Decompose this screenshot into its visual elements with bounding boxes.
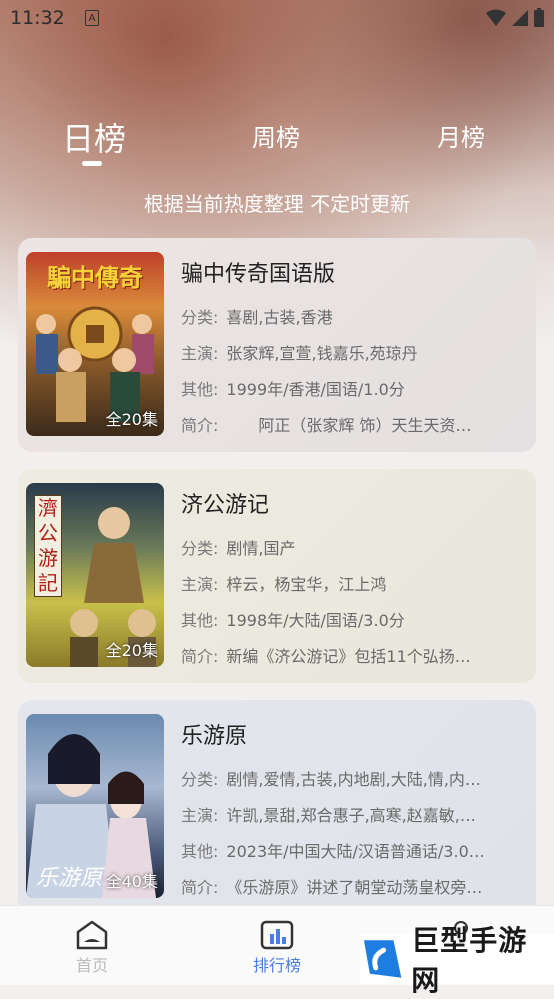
other-label: 其他: [181, 842, 219, 861]
cast-value: 梓云，杨宝华，江上鸿 [226, 575, 387, 594]
battery-icon [534, 8, 544, 27]
intro-value: 《乐游原》讲述了朝堂动荡皇权旁… [226, 878, 483, 897]
other-label: 其他: [181, 611, 219, 630]
episode-count: 全20集 [105, 410, 158, 429]
show-title[interactable]: 济公游记 [181, 487, 521, 519]
home-icon [76, 920, 108, 950]
other-value: 1999年/香港/国语/1.0分 [226, 380, 405, 399]
active-tab-indicator [82, 161, 102, 166]
poster-image[interactable]: 騙中傳奇 全20集 [26, 252, 164, 436]
episode-count: 全40集 [105, 872, 158, 891]
cast-value: 张家辉,宣萱,钱嘉乐,苑琼丹 [226, 344, 418, 363]
wifi-icon [486, 9, 506, 26]
nav-home-label: 首页 [75, 956, 108, 975]
category-value: 喜剧,古装,香港 [226, 308, 333, 327]
nav-ranking-label: 排行榜 [252, 956, 301, 975]
category-value: 剧情,国产 [226, 539, 296, 558]
category-label: 分类: [181, 539, 219, 558]
cast-label: 主演: [181, 575, 219, 594]
ranking-tabs: 日榜 周榜 月榜 [0, 118, 554, 178]
list-item[interactable]: 乐游原 全40集 乐游原 分类: 剧情,爱情,古装,内地剧,大陆,情,内… 主演:… [18, 700, 536, 914]
poster-image[interactable]: 濟公游記 全20集 [26, 483, 164, 667]
other-value: 2023年/中国大陆/汉语普通话/3.0… [226, 842, 485, 861]
notification-icon: A [85, 10, 99, 26]
other-label: 其他: [181, 380, 219, 399]
intro-label: 简介: [181, 416, 219, 435]
cast-label: 主演: [181, 344, 219, 363]
ranking-subtitle: 根据当前热度整理 不定时更新 [143, 192, 411, 216]
intro-label: 简介: [181, 878, 219, 897]
status-bar: 11:32 A [0, 0, 554, 38]
category-label: 分类: [181, 770, 219, 789]
show-title[interactable]: 骗中传奇国语版 [181, 256, 521, 288]
poster-title-art: 濟公游記 [34, 495, 62, 597]
poster-title-art: 乐游原 [36, 866, 103, 891]
ranking-icon [260, 920, 294, 950]
other-value: 1998年/大陆/国语/3.0分 [226, 611, 405, 630]
tab-weekly[interactable]: 周榜 [252, 118, 300, 153]
poster-image[interactable]: 乐游原 全40集 [26, 714, 164, 898]
category-label: 分类: [181, 308, 219, 327]
cast-value: 许凯,景甜,郑合惠子,高寒,赵嘉敏,… [226, 806, 476, 825]
cast-label: 主演: [181, 806, 219, 825]
intro-value: 新编《济公游记》包括11个弘扬… [226, 647, 471, 666]
cellular-signal-icon [512, 9, 528, 26]
watermark-logo-icon [363, 940, 402, 978]
tab-monthly[interactable]: 月榜 [437, 118, 485, 153]
nav-home[interactable]: 首页 [47, 920, 137, 976]
watermark: 巨型手游网 [360, 924, 554, 997]
poster-title-art: 騙中傳奇 [47, 263, 143, 292]
list-item[interactable]: 濟公游記 全20集 济公游记 分类: 剧情,国产 主演: 梓云，杨宝华，江上鸿 其他… [18, 469, 536, 683]
status-time: 11:32 [10, 7, 65, 29]
nav-ranking[interactable]: 排行榜 [232, 920, 322, 976]
intro-value: 阿正（张家辉 饰）天生天资… [226, 416, 472, 435]
episode-count: 全20集 [105, 641, 158, 660]
tab-daily[interactable]: 日榜 [62, 114, 126, 160]
category-value: 剧情,爱情,古装,内地剧,大陆,情,内… [226, 770, 481, 789]
watermark-text: 巨型手游网 [411, 924, 528, 997]
intro-label: 简介: [181, 647, 219, 666]
list-item[interactable]: 騙中傳奇 全20集 骗中传奇国语版 分类: 喜剧,古装,香港 主演: 张家辉,宣萱,… [18, 238, 536, 452]
show-title[interactable]: 乐游原 [181, 718, 521, 750]
